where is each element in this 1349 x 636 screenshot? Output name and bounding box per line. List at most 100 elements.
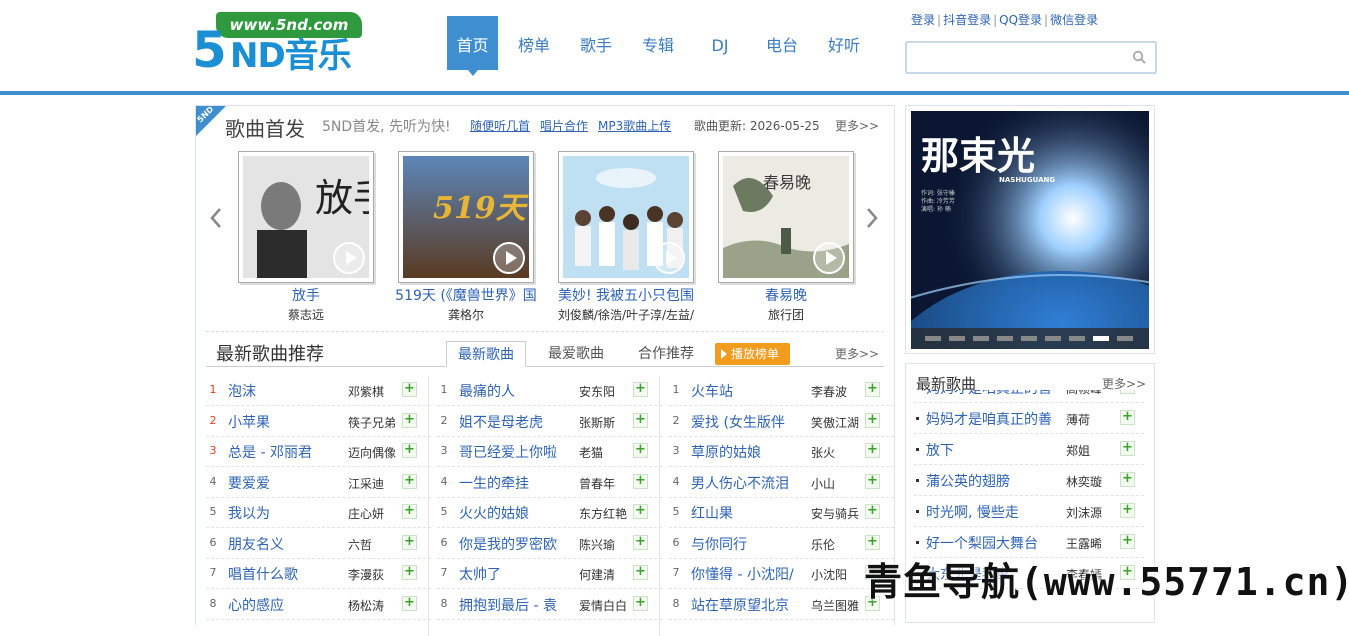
song-artist-link[interactable]: 东方红艳	[579, 505, 629, 522]
add-to-playlist-icon[interactable]: +	[402, 412, 417, 428]
slideshow-dot[interactable]	[1093, 336, 1109, 341]
song-artist-link[interactable]: 安东阳	[579, 383, 629, 400]
song-title-link[interactable]: 站在草原望北京	[691, 595, 799, 615]
album-cover[interactable]: 春易晚	[718, 151, 854, 283]
song-title-link[interactable]: 与你同行	[691, 534, 799, 554]
add-to-playlist-icon[interactable]: +	[633, 382, 648, 397]
add-to-playlist-icon[interactable]: +	[1120, 503, 1135, 518]
nav-charts[interactable]: 榜单	[509, 16, 559, 70]
nav-albums[interactable]: 专辑	[633, 16, 683, 70]
random-listen-link[interactable]: 随便听几首	[470, 119, 530, 133]
song-artist-link[interactable]: 杨松涛	[348, 597, 398, 614]
song-artist-link[interactable]: 江采迪	[348, 475, 398, 492]
album-title[interactable]: 519天 (《魔兽世界》国	[378, 285, 554, 305]
song-title-link[interactable]: 要爱爱	[228, 473, 336, 493]
tab-latest-songs[interactable]: 最新歌曲	[446, 341, 526, 367]
slideshow-dot[interactable]	[997, 336, 1013, 341]
add-to-playlist-icon[interactable]: +	[633, 565, 648, 580]
latest-song-artist-link[interactable]: 王露晞	[1066, 535, 1112, 552]
album-artist[interactable]: 龚格尔	[378, 306, 554, 323]
slideshow-dot[interactable]	[949, 336, 965, 341]
song-title-link[interactable]: 拥抱到最后 - 袁	[459, 595, 567, 615]
add-to-playlist-icon[interactable]: +	[402, 443, 417, 458]
add-to-playlist-icon[interactable]: +	[633, 534, 648, 550]
song-title-link[interactable]: 唱首什么歌	[228, 564, 336, 584]
latest-song-artist-link[interactable]: 郑姐	[1066, 442, 1112, 459]
tab-favorite-songs[interactable]: 最爱歌曲	[536, 341, 616, 367]
latest-song-title-link[interactable]: 妈妈才是咱真正的善	[926, 409, 1064, 429]
play-icon[interactable]	[333, 242, 365, 274]
song-title-link[interactable]: 火火的姑娘	[459, 503, 567, 523]
add-to-playlist-icon[interactable]: +	[402, 534, 417, 550]
slideshow-dot[interactable]	[925, 336, 941, 341]
song-title-link[interactable]: 你懂得 - 小沈阳/	[691, 564, 799, 584]
add-to-playlist-icon[interactable]: +	[633, 412, 648, 428]
song-title-link[interactable]: 最痛的人	[459, 381, 567, 401]
song-title-link[interactable]: 爱找 (女生版伴	[691, 412, 799, 432]
song-artist-link[interactable]: 邓紫棋	[348, 383, 398, 400]
song-artist-link[interactable]: 笑傲江湖	[811, 414, 861, 431]
song-title-link[interactable]: 你是我的罗密欧	[459, 534, 567, 554]
song-artist-link[interactable]: 李春波	[811, 383, 861, 400]
song-artist-link[interactable]: 安与骑兵	[811, 505, 861, 522]
song-artist-link[interactable]: 迈向偶像	[348, 444, 398, 461]
latest-song-artist-link[interactable]: 薄荷	[1066, 411, 1112, 428]
latest-song-artist-link[interactable]: 林奕璇	[1066, 473, 1112, 490]
nav-good-listen[interactable]: 好听	[819, 16, 869, 70]
login-link[interactable]: 登录	[911, 13, 935, 27]
search-icon[interactable]	[1132, 50, 1146, 64]
add-to-playlist-icon[interactable]: +	[1120, 534, 1135, 549]
song-artist-link[interactable]: 爱情白白	[579, 597, 629, 614]
add-to-playlist-icon[interactable]: +	[1120, 441, 1135, 456]
nav-radio[interactable]: 电台	[757, 16, 807, 70]
album-title[interactable]: 放手	[218, 285, 394, 305]
add-to-playlist-icon[interactable]: +	[402, 382, 417, 397]
add-to-playlist-icon[interactable]: +	[1120, 472, 1135, 487]
wechat-login-link[interactable]: 微信登录	[1050, 13, 1098, 27]
add-to-playlist-icon[interactable]: +	[633, 595, 648, 611]
album-title[interactable]: 美妙! 我被五小只包围	[538, 285, 714, 305]
song-artist-link[interactable]: 何建清	[579, 566, 629, 583]
add-to-playlist-icon[interactable]: +	[402, 504, 417, 519]
add-to-playlist-icon[interactable]: +	[865, 534, 880, 550]
slideshow-dot[interactable]	[973, 336, 989, 341]
slideshow-dot[interactable]	[1045, 336, 1061, 341]
song-artist-link[interactable]: 小山	[811, 475, 861, 492]
play-icon[interactable]	[653, 242, 685, 274]
douyin-login-link[interactable]: 抖音登录	[943, 13, 991, 27]
mp3-upload-link[interactable]: MP3歌曲上传	[598, 119, 671, 133]
song-artist-link[interactable]: 曾春年	[579, 475, 629, 492]
song-title-link[interactable]: 男人伤心不流泪	[691, 473, 799, 493]
carousel-next-icon[interactable]	[864, 206, 880, 230]
song-artist-link[interactable]: 乌兰图雅	[811, 597, 861, 614]
latest-song-title-link[interactable]: 妈妈才是咱真正的善	[926, 390, 1064, 398]
album-cover[interactable]: 放手	[238, 151, 374, 283]
song-title-link[interactable]: 小苹果	[228, 412, 336, 432]
more-link-first-release[interactable]: 更多>>	[835, 117, 879, 134]
song-artist-link[interactable]: 老猫	[579, 444, 629, 461]
slideshow-dot[interactable]	[1117, 336, 1133, 341]
song-artist-link[interactable]: 陈兴瑜	[579, 536, 629, 553]
nav-singers[interactable]: 歌手	[571, 16, 621, 70]
slideshow-dot[interactable]	[1021, 336, 1037, 341]
song-artist-link[interactable]: 李漫荻	[348, 566, 398, 583]
add-to-playlist-icon[interactable]: +	[402, 565, 417, 580]
song-artist-link[interactable]: 筷子兄弟	[348, 414, 398, 431]
latest-song-artist-link[interactable]: 刘沫源	[1066, 504, 1112, 521]
song-title-link[interactable]: 泡沫	[228, 381, 336, 401]
song-title-link[interactable]: 草原的姑娘	[691, 442, 799, 462]
play-chart-button[interactable]: 播放榜单	[715, 343, 790, 365]
album-cover[interactable]: 519天	[398, 151, 534, 283]
song-artist-link[interactable]: 张火	[811, 444, 861, 461]
song-artist-link[interactable]: 小沈阳	[811, 566, 861, 583]
add-to-playlist-icon[interactable]: +	[402, 595, 417, 611]
album-artist[interactable]: 刘俊麟/徐浩/叶子淳/左益/	[538, 306, 714, 323]
song-title-link[interactable]: 我以为	[228, 503, 336, 523]
add-to-playlist-icon[interactable]: +	[1120, 390, 1135, 394]
song-title-link[interactable]: 哥已经爱上你啦	[459, 442, 567, 462]
play-icon[interactable]	[813, 242, 845, 274]
add-to-playlist-icon[interactable]: +	[865, 382, 880, 397]
album-title[interactable]: 春易晚	[698, 285, 874, 305]
latest-song-title-link[interactable]: 好一个梨园大舞台	[926, 533, 1064, 553]
song-title-link[interactable]: 太帅了	[459, 564, 567, 584]
